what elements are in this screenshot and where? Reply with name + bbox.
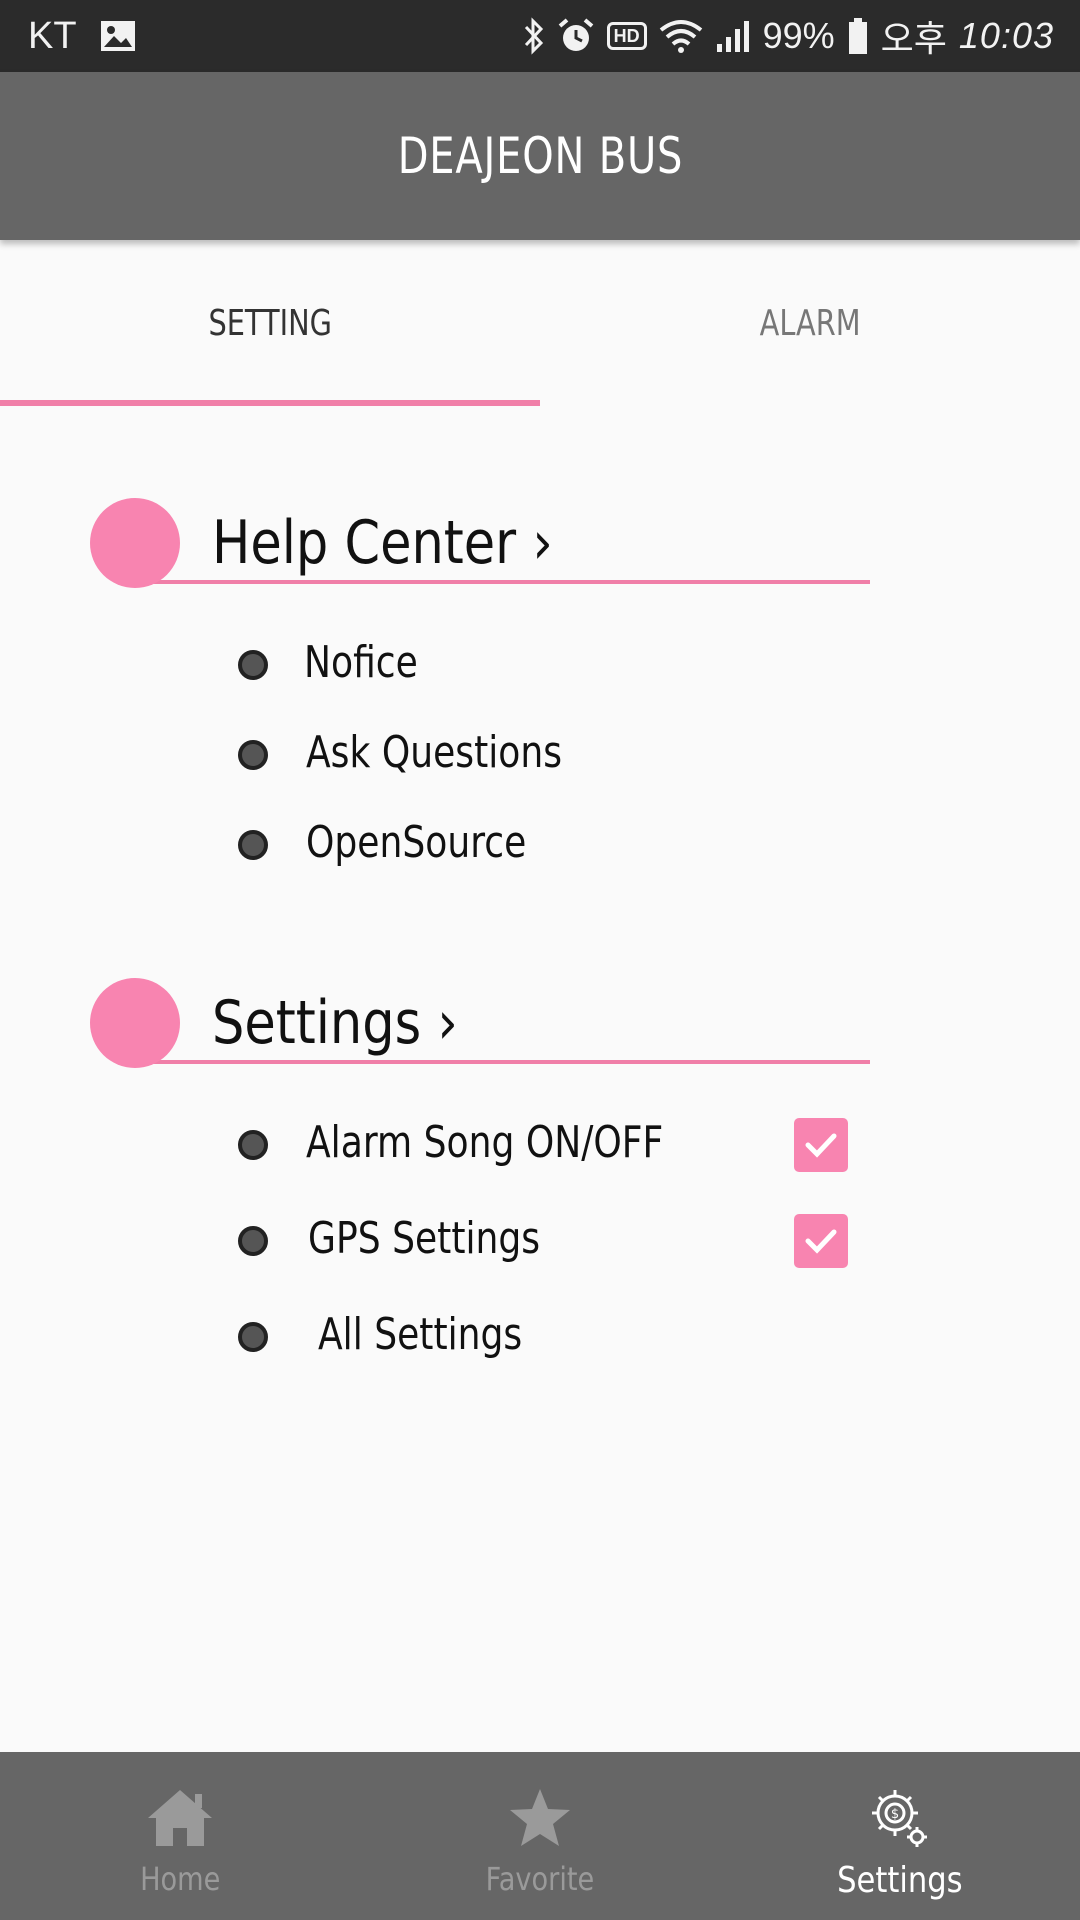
settings-title: Settings › (212, 988, 458, 1058)
svg-text:$: $ (891, 1807, 899, 1822)
image-icon (99, 19, 137, 53)
item-label: OpenSource (306, 817, 527, 868)
help-center-header[interactable]: Help Center › (90, 498, 870, 588)
nav-favorite-label: Favorite (485, 1860, 595, 1898)
clock-time: 10:03 (958, 15, 1054, 56)
list-item-ask-questions[interactable]: Ask Questions (238, 720, 878, 790)
bullet-icon (238, 1226, 268, 1256)
check-icon (805, 1229, 837, 1254)
battery-percent: 99% (762, 15, 835, 56)
home-icon (0, 1780, 360, 1856)
item-label: Alarm Song ON/OFF (306, 1117, 664, 1168)
star-icon (360, 1780, 720, 1856)
hd-icon: HD (606, 22, 647, 50)
help-center-title: Help Center › (212, 508, 553, 578)
tab-alarm[interactable]: ALARM (540, 240, 1080, 406)
signal-icon (715, 18, 751, 54)
settings-header[interactable]: Settings › (90, 978, 870, 1068)
carrier-label: KT (28, 14, 77, 57)
tab-indicator (0, 400, 540, 406)
list-item-all-settings[interactable]: All Settings (238, 1302, 878, 1372)
tab-alarm-label: ALARM (759, 302, 861, 344)
item-label: Ask Questions (306, 727, 563, 778)
nav-settings-label: Settings (837, 1860, 963, 1901)
bullet-icon (238, 1130, 268, 1160)
list-item-opensource[interactable]: OpenSource (238, 810, 878, 880)
tab-bar: SETTING ALARM (0, 240, 1080, 406)
bluetooth-icon (523, 17, 545, 55)
bullet-icon (238, 1322, 268, 1352)
bullet-icon (238, 740, 268, 770)
item-label: All Settings (318, 1309, 523, 1360)
section-dot-icon (90, 498, 180, 588)
list-item-alarm-song[interactable]: Alarm Song ON/OFF (238, 1110, 878, 1180)
bottom-nav: Home Favorite $ Settings (0, 1752, 1080, 1920)
section-dot-icon (90, 978, 180, 1068)
alarm-icon (557, 17, 595, 55)
status-bar: KT HD 99% 오후 10:03 (0, 0, 1080, 72)
wifi-icon (659, 18, 703, 54)
list-item-notice[interactable]: Nofice (238, 630, 878, 700)
bullet-icon (238, 830, 268, 860)
nav-favorite[interactable]: Favorite (360, 1752, 720, 1920)
gps-settings-checkbox[interactable] (794, 1214, 848, 1268)
nav-home[interactable]: Home (0, 1752, 360, 1920)
app-bar: DEAJEON BUS (0, 72, 1080, 240)
ampm-label: 오후 (880, 18, 947, 59)
app-title: DEAJEON BUS (397, 127, 683, 185)
item-label: Nofice (304, 637, 418, 688)
battery-icon (847, 17, 869, 55)
nav-settings[interactable]: $ Settings (720, 1752, 1080, 1920)
tab-setting-label: SETTING (208, 302, 332, 344)
tab-setting[interactable]: SETTING (0, 240, 540, 406)
item-label: GPS Settings (308, 1213, 541, 1264)
bullet-icon (238, 650, 268, 680)
list-item-gps-settings[interactable]: GPS Settings (238, 1206, 878, 1276)
settings-gear-icon: $ (720, 1780, 1080, 1856)
alarm-song-checkbox[interactable] (794, 1118, 848, 1172)
nav-home-label: Home (139, 1860, 221, 1898)
check-icon (805, 1133, 837, 1158)
